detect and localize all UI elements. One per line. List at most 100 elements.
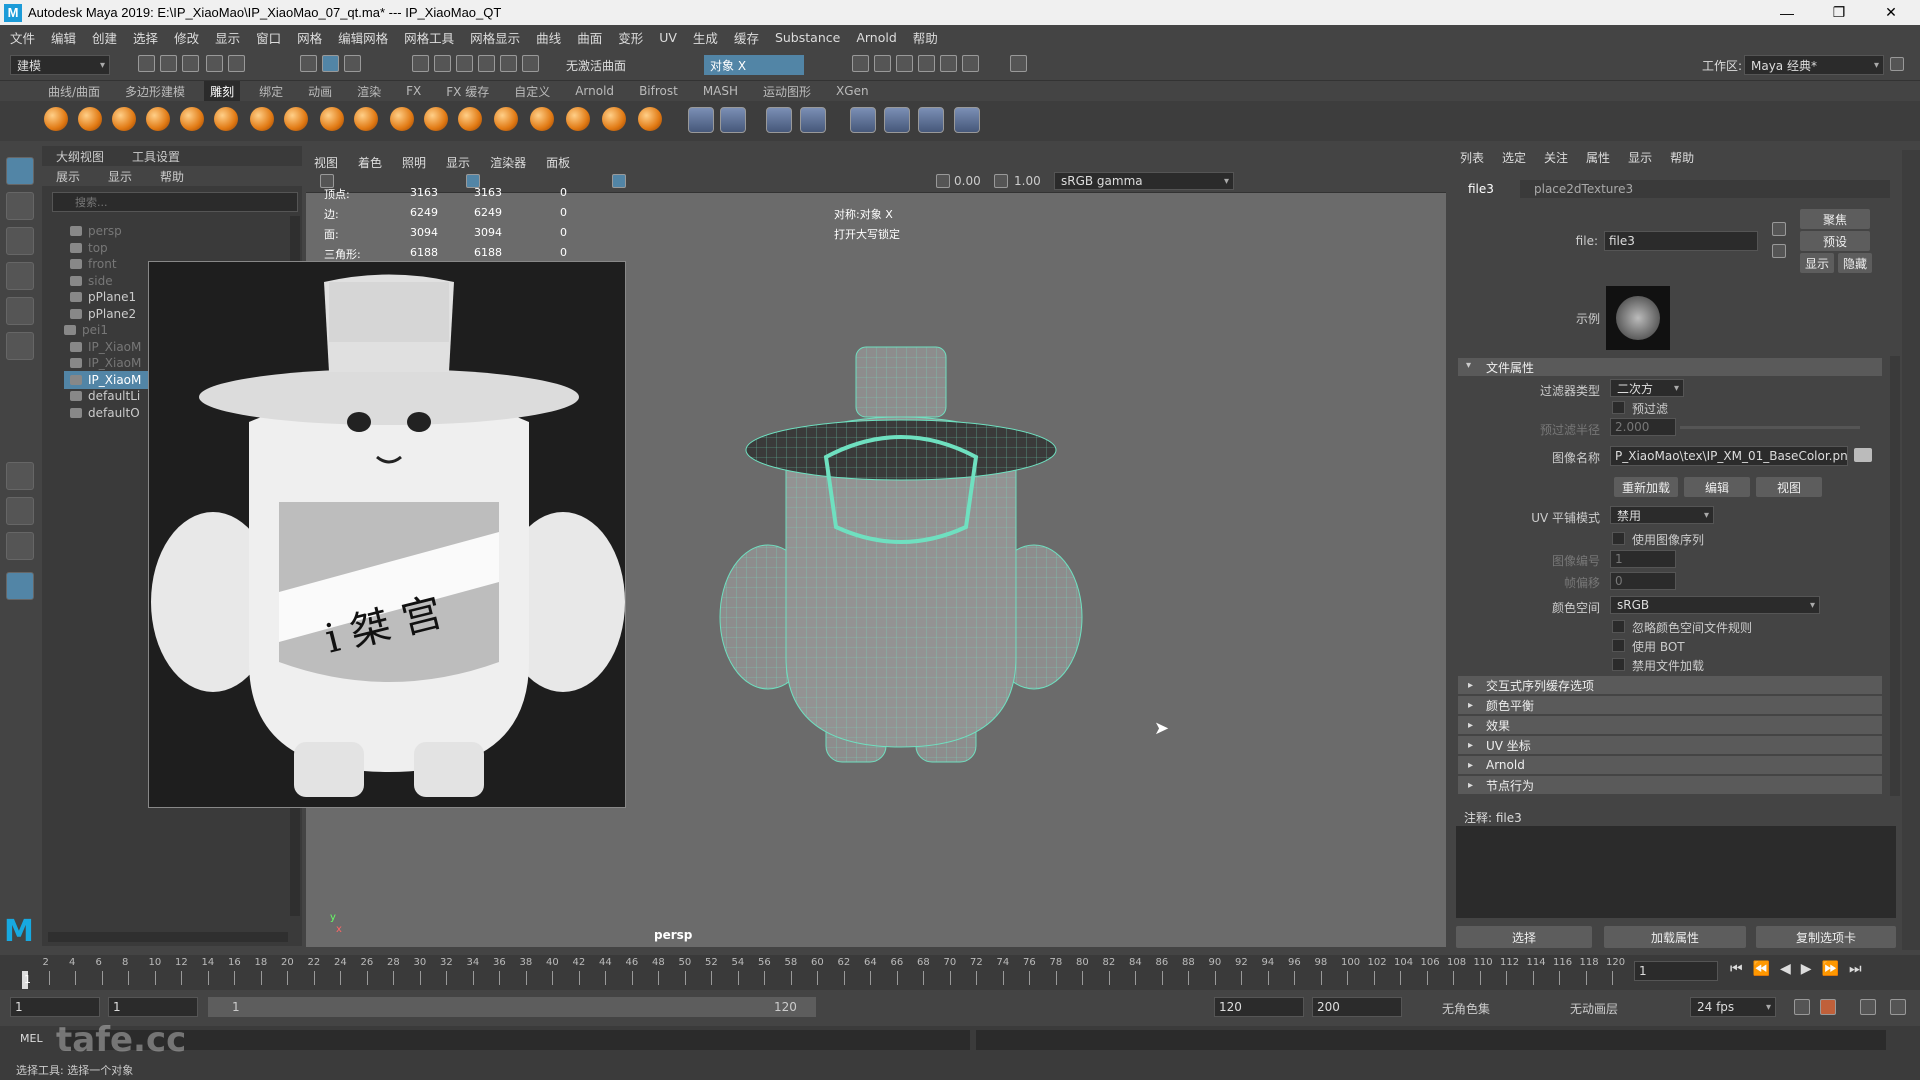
current-frame-field[interactable]: 1: [1634, 961, 1718, 981]
shelf-tab-0[interactable]: 曲线/曲面: [48, 83, 100, 100]
color-space-dropdown[interactable]: sRGB gamma: [1054, 172, 1234, 190]
ignore-rules-checkbox[interactable]: [1612, 620, 1625, 633]
view-button[interactable]: 视图: [1756, 477, 1822, 497]
outliner-hscrollbar[interactable]: [48, 932, 288, 942]
reload-button[interactable]: 重新加载: [1614, 477, 1678, 497]
time-slider[interactable]: 2 4 6 8 10 12 14 16 18 20 22 24 26 28 30 32 34 36 38 40 42 44…: [0, 955, 1920, 990]
menu-item-17[interactable]: Substance: [775, 30, 840, 45]
shelf-tab-10[interactable]: Bifrost: [639, 84, 678, 98]
paint-attribute-icon[interactable]: [918, 107, 944, 133]
select-component-icon[interactable]: [344, 55, 361, 72]
sculpt-geometry-icon[interactable]: [850, 107, 876, 133]
attr-menu-2[interactable]: 关注: [1544, 149, 1568, 166]
single-view-icon[interactable]: [6, 462, 34, 490]
smooth-tool-icon[interactable]: [78, 107, 102, 131]
snap-curve-icon[interactable]: [434, 55, 451, 72]
tab-tool-settings[interactable]: 工具设置: [132, 148, 180, 165]
viewport-menu-4[interactable]: 渲染器: [490, 154, 526, 171]
attr-section-3[interactable]: UV 坐标: [1458, 736, 1882, 754]
shelf-tab-3[interactable]: 绑定: [259, 83, 283, 100]
imprint-tool-icon[interactable]: [354, 107, 378, 131]
outliner-search-input[interactable]: 搜索...: [52, 192, 298, 212]
menu-item-18[interactable]: Arnold: [856, 30, 896, 45]
prefilter-radius-field[interactable]: 2.000: [1610, 418, 1676, 436]
texture-swatch[interactable]: [1606, 286, 1670, 350]
frame-field[interactable]: 1: [1610, 550, 1676, 568]
exposure-icon[interactable]: [936, 174, 950, 188]
paint-select-icon[interactable]: [6, 227, 34, 255]
filter-type-dropdown[interactable]: 二次方: [1610, 379, 1684, 397]
attr-section-1[interactable]: 颜色平衡: [1458, 696, 1882, 714]
hide-button[interactable]: 隐藏: [1838, 253, 1872, 273]
menu-item-11[interactable]: 曲线: [536, 28, 561, 47]
menu-item-16[interactable]: 缓存: [734, 28, 759, 47]
menu-item-6[interactable]: 窗口: [256, 28, 281, 47]
snap-rotate-icon[interactable]: [522, 55, 539, 72]
tab-file3[interactable]: file3: [1468, 182, 1494, 196]
anim-end-field[interactable]: 200: [1312, 997, 1402, 1017]
attr-scrollbar[interactable]: [1890, 356, 1900, 796]
mel-label[interactable]: MEL: [20, 1032, 43, 1045]
exposure-value[interactable]: 0.00: [954, 174, 981, 188]
menu-item-0[interactable]: 文件: [10, 28, 35, 47]
file-name-field[interactable]: file3: [1604, 231, 1758, 251]
range-slider[interactable]: 1 120: [208, 997, 816, 1017]
outliner-item-0[interactable]: persp: [64, 222, 168, 240]
viewport-menu-1[interactable]: 着色: [358, 154, 382, 171]
mode-dropdown[interactable]: 建模: [10, 55, 110, 75]
snap-surface-icon[interactable]: [500, 55, 517, 72]
flatten-tool-icon[interactable]: [214, 107, 238, 131]
select-object-icon[interactable]: [322, 55, 339, 72]
render-settings-icon[interactable]: [896, 55, 913, 72]
menu-item-8[interactable]: 编辑网格: [338, 28, 388, 47]
scrape-tool-icon[interactable]: [424, 107, 448, 131]
tab-place2d[interactable]: place2dTexture3: [1520, 180, 1890, 198]
tab-outliner[interactable]: 大纲视图: [56, 148, 104, 165]
shelf-tab-13[interactable]: XGen: [836, 84, 869, 98]
outliner-menu-help[interactable]: 帮助: [160, 168, 184, 185]
frame-offset-field[interactable]: 0: [1610, 572, 1676, 590]
image-name-field[interactable]: P_XiaoMao\tex\IP_XM_01_BaseColor.png: [1610, 446, 1848, 466]
menu-item-13[interactable]: 变形: [618, 28, 643, 47]
playback-start-field[interactable]: 1: [108, 997, 198, 1017]
select-hierarchy-icon[interactable]: [300, 55, 317, 72]
snap-grid-icon[interactable]: [412, 55, 429, 72]
shelf-tab-7[interactable]: FX 缓存: [446, 83, 489, 100]
snap-point-icon[interactable]: [456, 55, 473, 72]
freeze-mask-icon[interactable]: [720, 107, 746, 133]
bulge-tool-icon[interactable]: [566, 107, 590, 131]
focus-button[interactable]: 聚焦: [1800, 209, 1870, 229]
gamma-icon[interactable]: [994, 174, 1008, 188]
menu-item-7[interactable]: 网格: [297, 28, 322, 47]
shelf-tab-12[interactable]: 运动图形: [763, 83, 811, 100]
menu-item-2[interactable]: 创建: [92, 28, 117, 47]
attr-menu-0[interactable]: 列表: [1460, 149, 1484, 166]
uv-tiling-dropdown[interactable]: 禁用: [1610, 506, 1714, 524]
shelf-tab-8[interactable]: 自定义: [514, 83, 550, 100]
freeze-tool-icon[interactable]: [638, 107, 662, 131]
mel-input[interactable]: [60, 1030, 970, 1050]
menu-item-9[interactable]: 网格工具: [404, 28, 454, 47]
anim-layer-label[interactable]: 无动画层: [1570, 1000, 1618, 1017]
outliner-layout-icon[interactable]: [6, 572, 34, 600]
attr-menu-5[interactable]: 帮助: [1670, 149, 1694, 166]
amplify-tool-icon[interactable]: [602, 107, 626, 131]
auto-key-icon[interactable]: [1820, 999, 1836, 1015]
spray-tool-icon[interactable]: [284, 107, 308, 131]
section-file-attributes[interactable]: 文件属性: [1458, 358, 1882, 376]
two-view-icon[interactable]: [6, 532, 34, 560]
paint-tool-icon[interactable]: [954, 107, 980, 133]
outliner-item-1[interactable]: top: [64, 239, 168, 257]
outliner-item-6[interactable]: pei1: [58, 321, 162, 339]
minimize-icon[interactable]: —: [1764, 0, 1810, 25]
notes-textarea[interactable]: [1456, 826, 1896, 918]
menu-item-15[interactable]: 生成: [693, 28, 718, 47]
undo-icon[interactable]: [206, 55, 223, 72]
menu-item-5[interactable]: 显示: [215, 28, 240, 47]
arnold-render-icon[interactable]: [940, 55, 957, 72]
prefilter-checkbox[interactable]: [1612, 401, 1625, 414]
viewport-menu-3[interactable]: 显示: [446, 154, 470, 171]
arnold-ipr-icon[interactable]: [962, 55, 979, 72]
symmetry-dropdown[interactable]: 对象 X: [704, 55, 804, 75]
menu-item-1[interactable]: 编辑: [51, 28, 76, 47]
